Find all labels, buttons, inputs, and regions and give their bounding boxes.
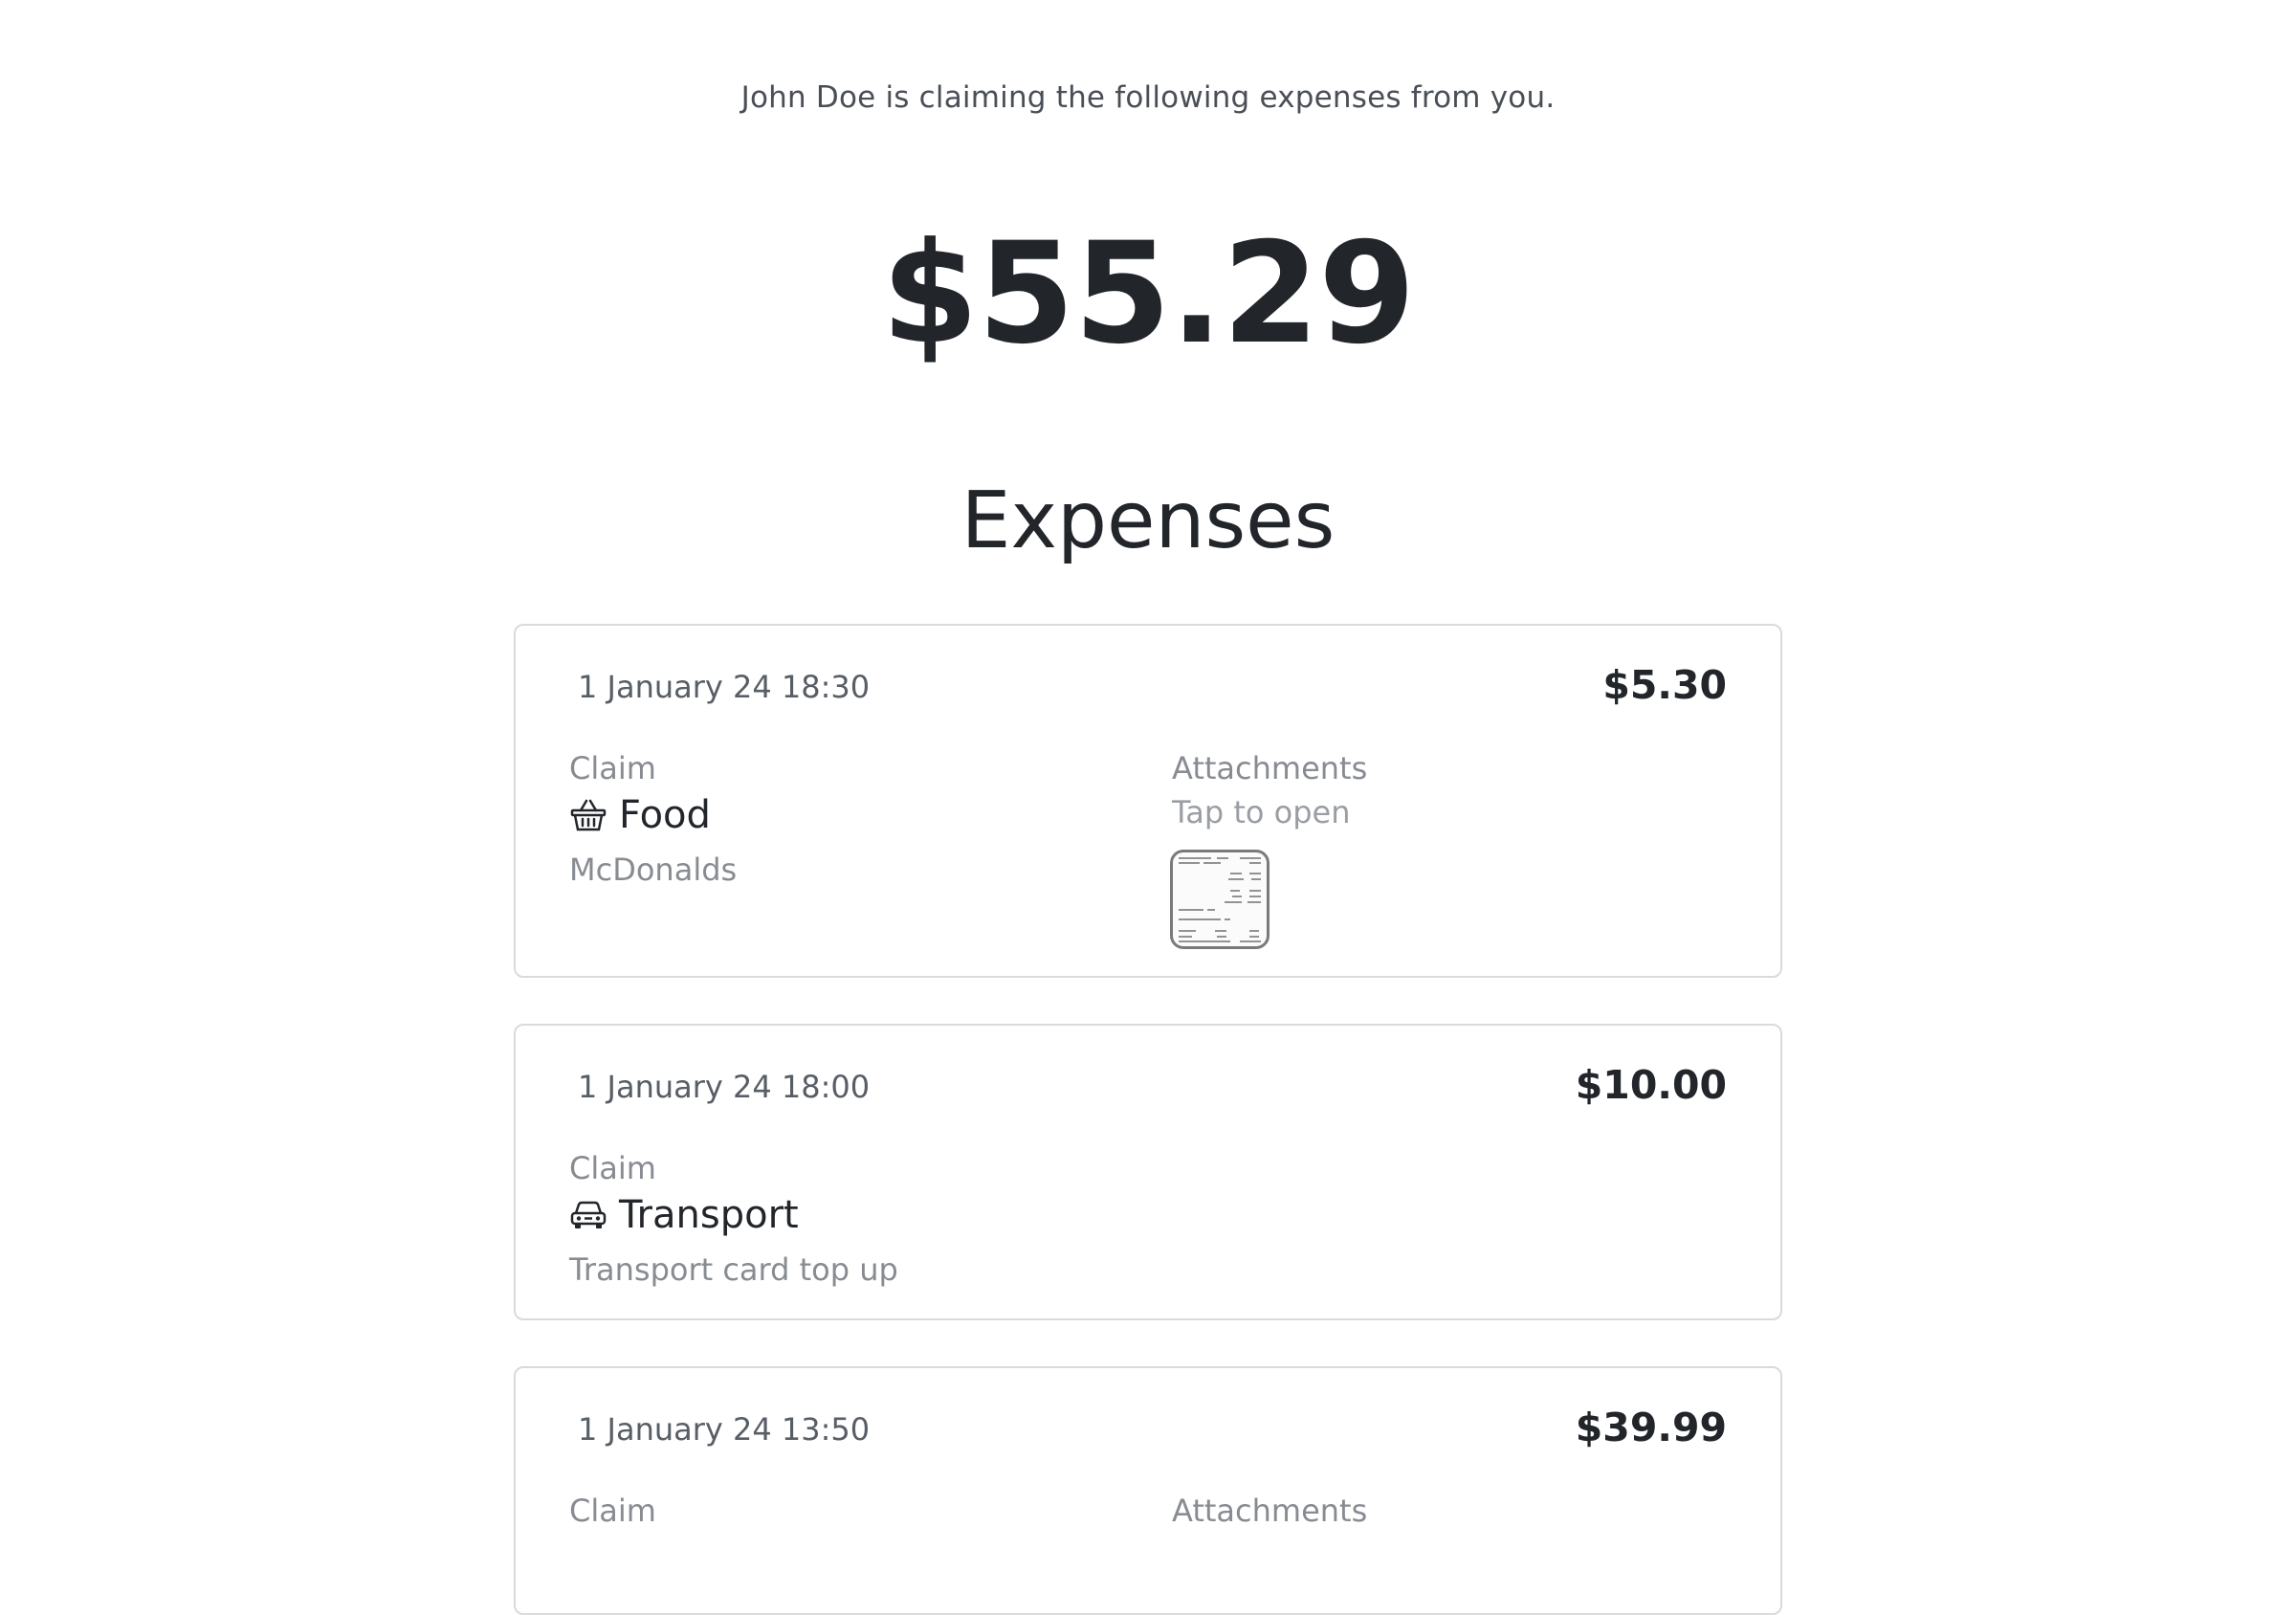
claim-label: Claim <box>569 1150 656 1186</box>
attachments-label: Attachments <box>1172 750 1368 786</box>
basket-icon <box>569 796 607 834</box>
category-label: Transport <box>619 1193 799 1237</box>
attachments-label: Attachments <box>1172 1493 1368 1529</box>
expense-amount: $39.99 <box>1575 1405 1727 1450</box>
intro-text: John Doe is claiming the following expen… <box>740 80 1556 115</box>
expense-category: Food <box>569 793 711 837</box>
expense-amount: $10.00 <box>1575 1062 1727 1108</box>
expense-amount: $5.30 <box>1602 662 1727 708</box>
claim-label: Claim <box>569 1493 656 1529</box>
car-icon <box>569 1196 607 1234</box>
expense-vendor: Transport card top up <box>569 1251 898 1288</box>
claim-label: Claim <box>569 750 656 786</box>
section-title: Expenses <box>960 476 1336 566</box>
expense-card[interactable]: 1 January 24 13:50 $39.99 Claim Attachme… <box>514 1366 1782 1615</box>
receipt-image <box>1179 857 1261 942</box>
expense-claim-page: John Doe is claiming the following expen… <box>0 0 2296 1615</box>
expense-card[interactable]: 1 January 24 18:30 $5.30 Claim Food McDo… <box>514 624 1782 978</box>
expense-vendor: McDonalds <box>569 852 738 888</box>
expense-date: 1 January 24 13:50 <box>578 1411 871 1448</box>
total-amount: $55.29 <box>881 212 1415 375</box>
expense-date: 1 January 24 18:30 <box>578 669 871 705</box>
expense-card[interactable]: 1 January 24 18:00 $10.00 Claim Transpor… <box>514 1024 1782 1320</box>
expense-date: 1 January 24 18:00 <box>578 1069 871 1105</box>
receipt-thumbnail[interactable] <box>1170 850 1269 949</box>
expense-category: Transport <box>569 1193 799 1237</box>
category-label: Food <box>619 793 711 837</box>
attachments-hint: Tap to open <box>1172 794 1351 830</box>
